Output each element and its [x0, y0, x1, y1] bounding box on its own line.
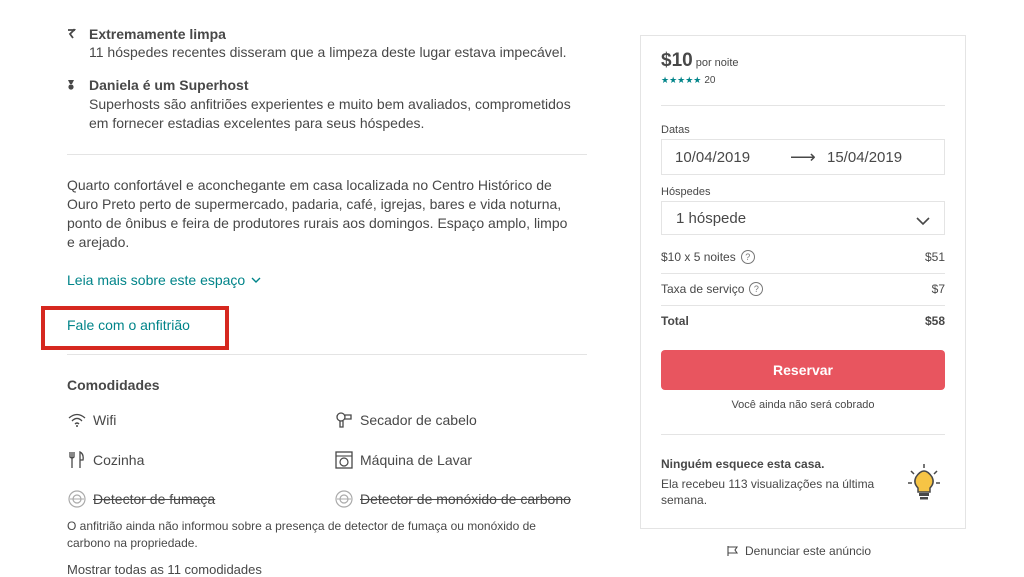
- amenities-heading: Comodidades: [67, 377, 160, 393]
- rating-stars: ★★★★★: [661, 75, 702, 85]
- co-detector-icon: [334, 489, 354, 509]
- kitchen-icon: [67, 450, 87, 470]
- divider: [67, 354, 587, 355]
- nightly-value: $51: [924, 250, 945, 264]
- rating-count: 20: [704, 75, 716, 86]
- amenity-wifi: Wifi: [67, 410, 116, 430]
- amenities-note-line-1: O anfitrião ainda não informou sobre a p…: [67, 519, 536, 533]
- popular-line-1: Ela recebeu 113 visualizações na última: [661, 477, 875, 491]
- amenity-label: Máquina de Lavar: [360, 452, 473, 468]
- report-label: Denunciar este anúncio: [745, 544, 872, 558]
- dates-label: Datas: [661, 124, 690, 136]
- rating-row[interactable]: ★★★★★ 20: [661, 75, 715, 86]
- amenity-kitchen: Cozinha: [67, 450, 144, 470]
- reserve-button[interactable]: Reservar: [661, 350, 945, 390]
- popular-line-2: semana.: [661, 493, 708, 507]
- divider: [67, 154, 587, 155]
- service-label: Taxa de serviço: [661, 282, 745, 296]
- washer-icon: [334, 450, 354, 470]
- description-line-2: Ouro Preto perto de supermercado, padari…: [67, 196, 562, 212]
- price: $10: [661, 50, 693, 71]
- read-more-link[interactable]: Leia mais sobre este espaço: [67, 272, 261, 288]
- highlight-desc-superhost-1: Superhosts são anfitriões experientes e …: [89, 96, 571, 112]
- no-charge-note: Você ainda não será cobrado: [731, 399, 875, 411]
- guests-label: Hóspedes: [661, 186, 711, 198]
- arrow-right-icon: ⟶: [790, 147, 816, 167]
- divider: [661, 305, 945, 306]
- chevron-down-icon: [251, 277, 261, 284]
- dates-field: 10/04/2019 ⟶ 15/04/2019: [661, 139, 945, 175]
- highlight-title-clean: Extremamente limpa: [89, 26, 226, 42]
- amenity-hair-dryer: Secador de cabelo: [334, 410, 477, 430]
- checkin-input[interactable]: 10/04/2019: [675, 149, 750, 166]
- description-line-1: Quarto confortável e aconchegante em cas…: [67, 177, 552, 193]
- total-value: $58: [924, 314, 945, 328]
- highlight-title-superhost: Daniela é um Superhost: [89, 77, 249, 93]
- sparkle-icon: [66, 28, 77, 43]
- show-all-amenities-link[interactable]: Mostrar todas as 11 comodidades: [67, 562, 262, 577]
- highlight-desc-superhost-2: em fornecer estadias excelentes para seu…: [89, 115, 425, 131]
- divider: [661, 273, 945, 274]
- total-label: Total: [661, 314, 689, 328]
- service-row-label: Taxa de serviço ?: [661, 282, 764, 296]
- read-more-label: Leia mais sobre este espaço: [67, 272, 246, 288]
- amenities-note-line-2: carbono na propriedade.: [67, 536, 198, 550]
- hair-dryer-icon: [334, 410, 354, 430]
- amenity-washer: Máquina de Lavar: [334, 450, 472, 470]
- popular-title: Ninguém esquece esta casa.: [661, 457, 825, 471]
- help-icon[interactable]: ?: [749, 282, 764, 296]
- contact-host-link[interactable]: Fale com o anfitrião: [67, 317, 190, 333]
- guests-select[interactable]: 1 hóspede: [661, 201, 945, 235]
- amenity-co-detector: Detector de monóxido de carbono: [334, 489, 571, 509]
- amenity-label: Secador de cabelo: [360, 412, 477, 428]
- description-line-4: e arejado.: [67, 234, 130, 250]
- nightly-label: $10 x 5 noites: [661, 250, 736, 264]
- report-listing-link[interactable]: Denunciar este anúncio: [727, 544, 871, 558]
- checkout-input[interactable]: 15/04/2019: [827, 149, 902, 166]
- divider: [661, 434, 945, 435]
- highlight-desc-clean: 11 hóspedes recentes disseram que a limp…: [89, 44, 567, 60]
- amenity-label: Wifi: [93, 412, 117, 428]
- chevron-down-icon: [916, 213, 930, 230]
- help-icon[interactable]: ?: [740, 250, 755, 264]
- smoke-detector-icon: [67, 489, 87, 509]
- lightbulb-icon: [907, 463, 941, 506]
- amenity-label: Detector de monóxido de carbono: [360, 491, 571, 507]
- guests-value: 1 hóspede: [676, 210, 747, 227]
- amenity-label: Detector de fumaça: [93, 491, 216, 507]
- per-night: por noite: [695, 57, 739, 69]
- flag-icon: [727, 545, 739, 557]
- amenity-smoke-detector: Detector de fumaça: [67, 489, 215, 509]
- nightly-row-label: $10 x 5 noites ?: [661, 250, 755, 264]
- wifi-icon: [67, 410, 87, 430]
- divider: [661, 105, 945, 106]
- service-value: $7: [931, 282, 945, 296]
- medal-icon: [66, 79, 76, 94]
- description-line-3: ponto de ônibus e feira de produtores ru…: [67, 215, 568, 231]
- amenity-label: Cozinha: [93, 452, 145, 468]
- price-row: $10 por noite: [661, 50, 739, 72]
